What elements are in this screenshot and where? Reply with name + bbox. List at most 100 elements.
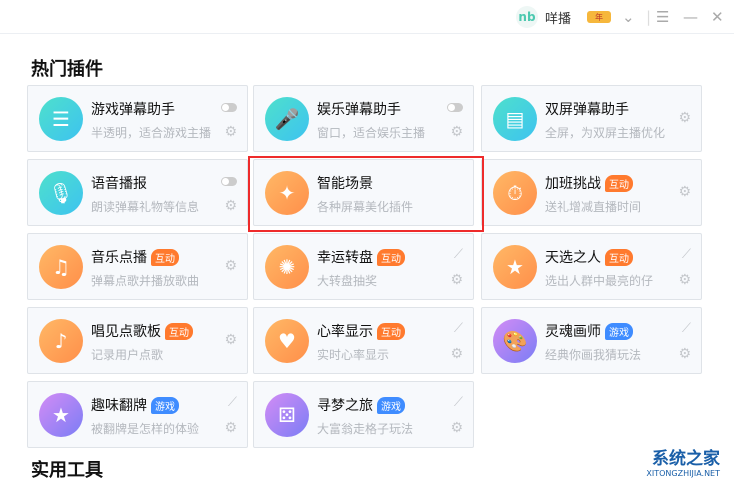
plugin-icon: ♪ — [39, 319, 83, 363]
plugin-card[interactable]: ♫ 音乐点播 互动 弹幕点歌并播放歌曲 ⚙ — [27, 233, 248, 300]
plugin-card[interactable]: 🎙 语音播报 朗读弹幕礼物等信息 ⚙ — [27, 159, 248, 226]
plugin-name-row: 趣味翻牌 游戏 — [91, 395, 179, 415]
plugin-name: 音乐点播 — [91, 250, 147, 266]
plugin-name-row: 语音播报 — [91, 173, 147, 193]
plugin-card[interactable]: ♥ 心率显示 互动 实时心率显示 ⟋ ⚙ — [253, 307, 474, 374]
plugin-badge: 互动 — [377, 248, 405, 266]
gear-icon[interactable]: ⚙ — [224, 124, 237, 140]
plugin-card[interactable]: 🎨 灵魂画师 游戏 经典你画我猜玩法 ⟋ ⚙ — [481, 307, 702, 374]
plugin-icon: ★ — [493, 245, 537, 289]
gear-icon[interactable]: ⚙ — [450, 272, 463, 288]
plugin-desc: 送礼增减直播时间 — [545, 200, 642, 214]
plugin-name: 娱乐弹幕助手 — [317, 102, 401, 118]
chevron-down-icon[interactable]: ⌄ — [622, 0, 635, 34]
gear-icon[interactable]: ⚙ — [224, 332, 237, 348]
gear-icon[interactable]: ⚙ — [678, 184, 691, 200]
plugin-desc: 大转盘抽奖 — [317, 274, 378, 288]
app-logo: nb — [516, 6, 538, 28]
plugin-card[interactable]: ★ 天选之人 互动 选出人群中最亮的仔 ⟋ ⚙ — [481, 233, 702, 300]
plugin-icon: 🎙 — [39, 171, 83, 215]
vip-badge[interactable]: 年 — [587, 11, 611, 23]
plugin-name: 心率显示 — [317, 324, 373, 340]
plugin-name: 游戏弹幕助手 — [91, 102, 175, 118]
plugin-name-row: 双屏弹幕助手 — [545, 99, 629, 119]
app-name: 咩播 — [545, 11, 572, 27]
plugin-desc: 半透明，适合游戏主播 — [91, 126, 212, 140]
plugin-icon: 🎨 — [493, 319, 537, 363]
plugin-name-row: 音乐点播 互动 — [91, 247, 179, 267]
gear-icon[interactable]: ⚙ — [450, 346, 463, 362]
chart-icon[interactable]: ⟋ — [454, 395, 463, 410]
plugin-desc: 弹幕点歌并播放歌曲 — [91, 274, 200, 288]
plugin-card[interactable]: ✺ 幸运转盘 互动 大转盘抽奖 ⟋ ⚙ — [253, 233, 474, 300]
gear-icon[interactable]: ⚙ — [678, 346, 691, 362]
plugin-desc: 被翻牌是怎样的体验 — [91, 422, 200, 436]
plugin-desc: 实时心率显示 — [317, 348, 390, 362]
plugin-name: 趣味翻牌 — [91, 398, 147, 414]
gear-icon[interactable]: ⚙ — [450, 420, 463, 436]
gear-icon[interactable]: ⚙ — [450, 124, 463, 140]
toggle-switch[interactable] — [221, 103, 237, 112]
plugin-desc: 经典你画我猜玩法 — [545, 348, 642, 362]
plugin-badge: 游戏 — [605, 322, 633, 340]
plugin-name: 加班挑战 — [545, 176, 601, 192]
plugin-card[interactable]: ▤ 双屏弹幕助手 全屏，为双屏主播优化 ⚙ — [481, 85, 702, 152]
plugin-card[interactable]: ★ 趣味翻牌 游戏 被翻牌是怎样的体验 ⟋ ⚙ — [27, 381, 248, 448]
plugin-card[interactable]: ♪ 唱见点歌板 互动 记录用户点歌 ⚙ — [27, 307, 248, 374]
plugin-icon: ☰ — [39, 97, 83, 141]
chart-icon[interactable]: ⟋ — [454, 321, 463, 336]
minimize-icon[interactable]: — — [683, 0, 698, 34]
watermark-url: XITONGZHIJIA.NET — [646, 469, 720, 478]
plugin-card[interactable]: ⏱ 加班挑战 互动 送礼增减直播时间 ⚙ — [481, 159, 702, 226]
plugin-name: 灵魂画师 — [545, 324, 601, 340]
divider: | — [646, 8, 652, 26]
gear-icon[interactable]: ⚙ — [678, 110, 691, 126]
plugin-badge: 互动 — [605, 174, 633, 192]
plugin-desc: 选出人群中最亮的仔 — [545, 274, 654, 288]
toggle-switch[interactable] — [447, 103, 463, 112]
watermark-title: 系统之家 — [652, 449, 720, 469]
gear-icon[interactable]: ⚙ — [224, 258, 237, 274]
chart-icon[interactable]: ⟋ — [682, 247, 691, 262]
plugin-icon: ⏱ — [493, 171, 537, 215]
chart-icon[interactable]: ⟋ — [228, 395, 237, 410]
plugin-badge: 互动 — [165, 322, 193, 340]
plugin-name: 唱见点歌板 — [91, 324, 161, 340]
plugin-icon: 🎤 — [265, 97, 309, 141]
gear-icon[interactable]: ⚙ — [224, 420, 237, 436]
gear-icon[interactable]: ⚙ — [224, 198, 237, 214]
plugin-name-row: 寻梦之旅 游戏 — [317, 395, 405, 415]
close-icon[interactable]: ✕ — [711, 0, 724, 34]
plugin-name: 天选之人 — [545, 250, 601, 266]
watermark: 系统之家 XITONGZHIJIA.NET — [646, 444, 720, 478]
plugin-desc: 朗读弹幕礼物等信息 — [91, 200, 200, 214]
section-title-hot: 热门插件 — [31, 59, 103, 80]
plugin-icon: ♥ — [265, 319, 309, 363]
plugin-icon: ✺ — [265, 245, 309, 289]
chart-icon[interactable]: ⟋ — [454, 247, 463, 262]
plugin-name-row: 灵魂画师 游戏 — [545, 321, 633, 341]
gear-icon[interactable]: ⚙ — [678, 272, 691, 288]
plugin-desc: 窗口，适合娱乐主播 — [317, 126, 426, 140]
plugin-icon: ★ — [39, 393, 83, 437]
plugin-name-row: 加班挑战 互动 — [545, 173, 633, 193]
chart-icon[interactable]: ⟋ — [682, 321, 691, 336]
plugin-desc: 全屏，为双屏主播优化 — [545, 126, 666, 140]
plugin-name-row: 游戏弹幕助手 — [91, 99, 175, 119]
plugin-desc: 记录用户点歌 — [91, 348, 164, 362]
plugin-badge: 游戏 — [377, 396, 405, 414]
plugin-name-row: 幸运转盘 互动 — [317, 247, 405, 267]
plugin-name: 幸运转盘 — [317, 250, 373, 266]
plugin-name-row: 心率显示 互动 — [317, 321, 405, 341]
section-title-tools: 实用工具 — [31, 460, 103, 481]
plugin-badge: 游戏 — [151, 396, 179, 414]
plugin-card[interactable]: ☰ 游戏弹幕助手 半透明，适合游戏主播 ⚙ — [27, 85, 248, 152]
menu-icon[interactable]: ☰ — [656, 0, 669, 34]
toggle-switch[interactable] — [221, 177, 237, 186]
plugin-badge: 互动 — [605, 248, 633, 266]
plugin-card[interactable]: 🎤 娱乐弹幕助手 窗口，适合娱乐主播 ⚙ — [253, 85, 474, 152]
plugin-icon: ♫ — [39, 245, 83, 289]
plugin-card[interactable]: ⚄ 寻梦之旅 游戏 大富翁走格子玩法 ⟋ ⚙ — [253, 381, 474, 448]
plugin-name-row: 娱乐弹幕助手 — [317, 99, 401, 119]
title-bar: nb 咩播 年 ⌄ | ☰ — ✕ — [0, 0, 734, 34]
